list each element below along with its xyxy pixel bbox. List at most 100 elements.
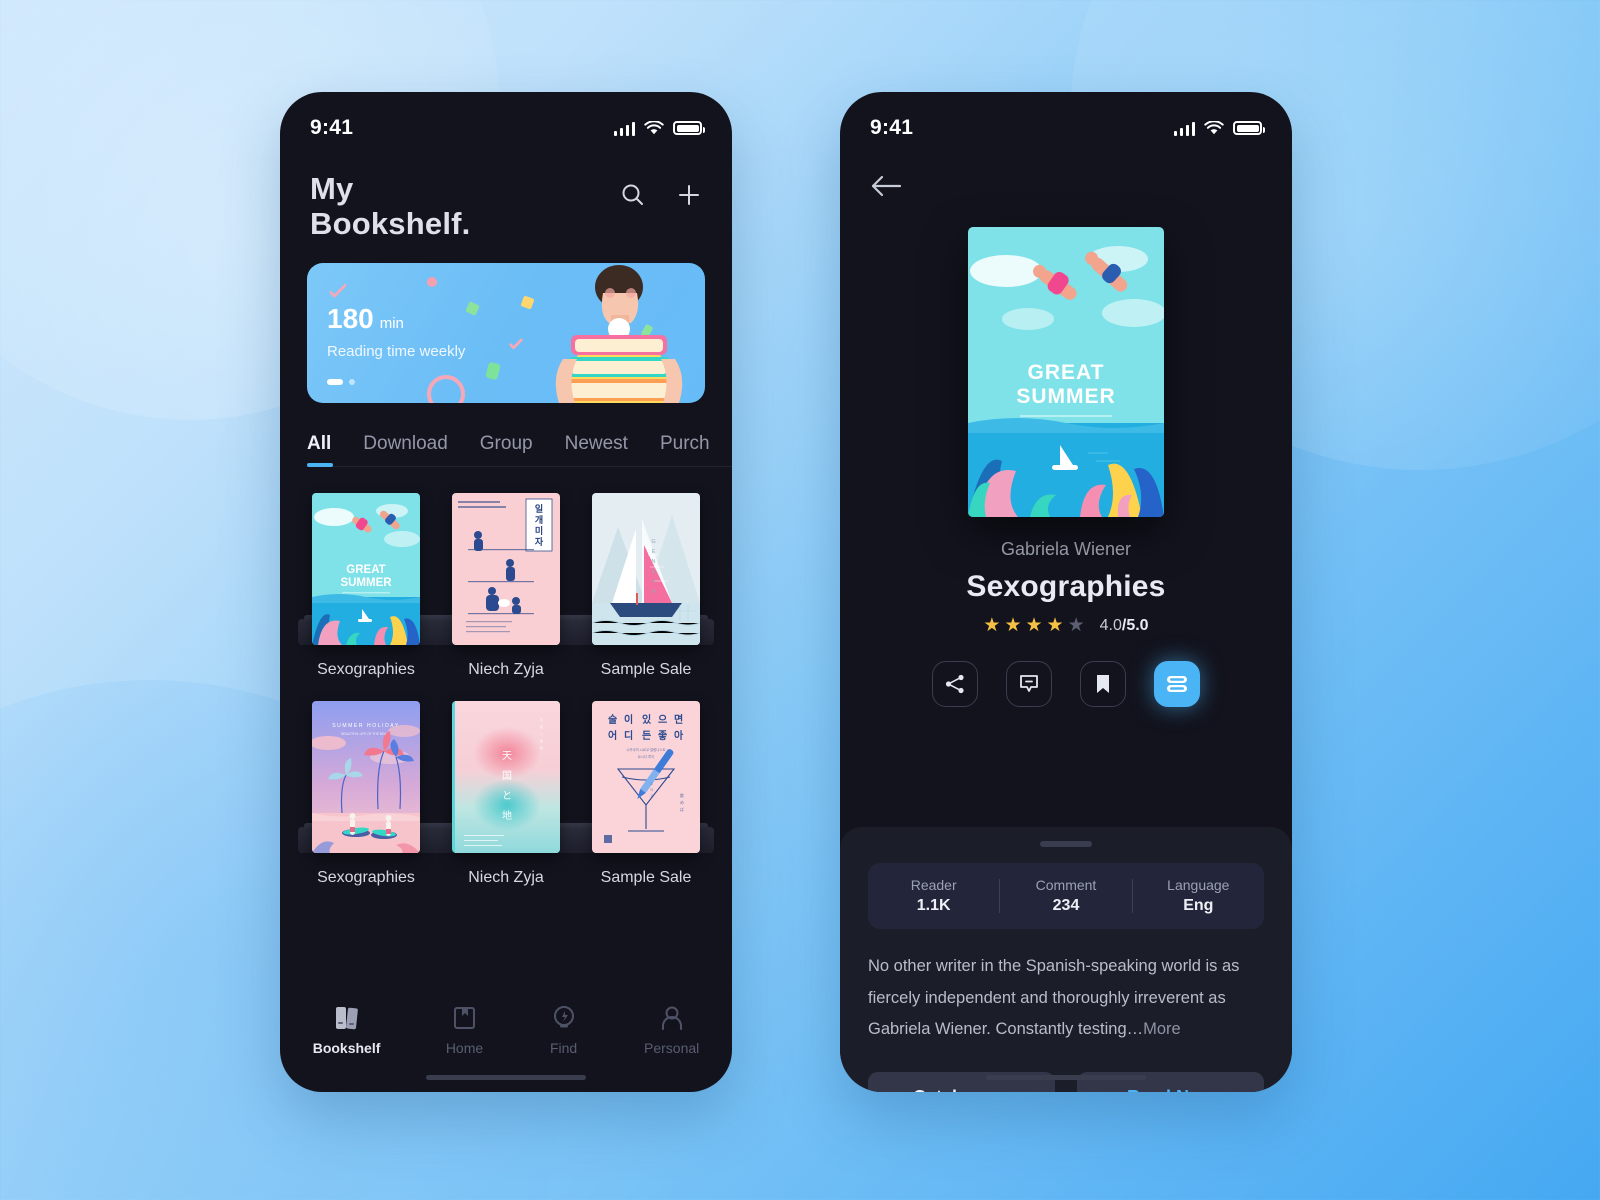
nav-label: Personal <box>644 1040 700 1056</box>
book-cover-niech-zyja[interactable]: 일 개 미 자 <box>452 493 560 646</box>
bulb-icon <box>553 1006 574 1028</box>
svg-text:고: 고 <box>650 794 653 798</box>
svg-text:자: 자 <box>535 536 544 547</box>
person-icon <box>661 1006 682 1030</box>
svg-text:어: 어 <box>608 729 617 742</box>
rating-score: 4.0/5.0 <box>1099 616 1149 634</box>
svg-text:V: V <box>652 579 657 585</box>
svg-text:일: 일 <box>535 503 543 514</box>
star-icon: ★ <box>1025 615 1043 636</box>
status-icons <box>1173 120 1265 136</box>
bookmark-icon <box>1097 675 1109 693</box>
tab-group[interactable]: Group <box>480 433 533 467</box>
bookmark-button[interactable] <box>1080 661 1126 707</box>
nav-label: Find <box>549 1040 578 1056</box>
sheet-drag-handle[interactable] <box>1040 841 1092 847</box>
stat-value: Eng <box>1183 897 1214 914</box>
svg-text:GREAT: GREAT <box>1028 361 1105 384</box>
page-title: My Bookshelf. <box>310 171 470 241</box>
book-cover-japanese-gradient[interactable]: 天国と地 天国と地獄 <box>452 701 560 854</box>
stat-label: Comment <box>1035 877 1097 893</box>
plus-icon[interactable] <box>676 182 702 208</box>
battery-icon <box>1233 121 1265 135</box>
back-row <box>840 150 1292 203</box>
book-titles-row: Sexographies Niech Zyja Sample Sale <box>298 853 714 887</box>
book-cover-great-summer[interactable]: GREAT SUMMER <box>312 493 420 646</box>
svg-text:国: 国 <box>502 770 512 782</box>
nav-item-personal[interactable]: Personal <box>644 1004 699 1056</box>
book-cover-sample-sale[interactable]: GE NE VA <box>592 493 700 646</box>
search-icon[interactable] <box>620 182 646 208</box>
nav-item-bookshelf[interactable]: Bookshelf <box>312 1004 381 1056</box>
nav-item-find[interactable]: Find <box>549 1004 579 1056</box>
tab-all[interactable]: All <box>307 433 334 468</box>
stat-language: Language Eng <box>1133 877 1264 915</box>
svg-text:め: め <box>680 800 684 805</box>
status-icons <box>613 120 705 136</box>
stat-comment: Comment 234 <box>1000 877 1131 915</box>
svg-text:飲: 飲 <box>680 792 684 798</box>
svg-text:요시다 루이: 요시다 루이 <box>638 754 655 759</box>
svg-text:獄: 獄 <box>540 745 543 750</box>
svg-text:SUMMER HOLIDAY: SUMMER HOLIDAY <box>332 723 400 729</box>
svg-text:고: 고 <box>650 782 653 786</box>
star-rating[interactable]: ★ ★ ★ ★ ★ <box>983 616 1084 635</box>
page-title-line1: My <box>310 171 354 206</box>
status-bar: 9:41 <box>280 92 732 150</box>
svg-text:SUMMER: SUMMER <box>340 577 392 589</box>
svg-text:시카쿠의 시로쿠 칼럼니스트: 시카쿠의 시로쿠 칼럼니스트 <box>626 747 665 752</box>
svg-text:と: と <box>540 731 543 736</box>
svg-text:있: 있 <box>642 714 652 726</box>
tab-download[interactable]: Download <box>363 433 448 467</box>
svg-text:天: 天 <box>502 751 512 762</box>
tab-newest[interactable]: Newest <box>565 433 628 467</box>
book-row: GREAT SUMMER 일 개 미 자 G E N E V A <box>298 493 714 646</box>
comment-icon <box>1020 675 1038 692</box>
banner-caption: Reading time weekly <box>327 343 466 361</box>
banner-pagination[interactable] <box>327 379 355 386</box>
cellular-signal-icon <box>1173 121 1195 136</box>
svg-text:ば: ば <box>680 806 684 812</box>
svg-text:地: 地 <box>502 809 512 822</box>
book-title: Niech Zyja <box>468 869 544 887</box>
book-description: No other writer in the Spanish-speaking … <box>868 951 1264 1046</box>
star-icon: ★ <box>983 615 1001 636</box>
arrow-left-icon[interactable] <box>870 174 904 198</box>
book-cover-summer-holiday[interactable]: SUMMER HOLIDAY BEAUTIFUL LIFE OF THE BEA… <box>312 701 420 854</box>
wifi-icon <box>644 120 664 134</box>
share-button[interactable] <box>932 661 978 707</box>
star-icon: ★ <box>1046 615 1064 636</box>
svg-text:술: 술 <box>608 713 617 726</box>
svg-text:디: 디 <box>624 729 633 742</box>
svg-text:A: A <box>652 589 657 595</box>
library-button[interactable] <box>1154 661 1200 707</box>
category-tabs: All Download Group Newest Purch <box>280 433 732 468</box>
detail-book-cover[interactable]: GREAT SUMMER GRAPHIC MAIN TITLE <box>968 227 1164 517</box>
nav-label: Bookshelf <box>312 1040 381 1056</box>
rating: ★ ★ ★ ★ ★ 4.0/5.0 <box>840 616 1292 635</box>
svg-text:좋: 좋 <box>658 730 667 742</box>
battery-icon <box>673 121 705 135</box>
stat-value: 1.1K <box>916 897 951 914</box>
detail-actions <box>840 661 1292 707</box>
comment-button[interactable] <box>1006 661 1052 707</box>
tab-purchased[interactable]: Purch <box>660 433 710 467</box>
svg-text:SUMMER: SUMMER <box>1016 385 1115 408</box>
more-link[interactable]: More <box>1143 1020 1181 1038</box>
svg-text:개: 개 <box>535 514 543 525</box>
book-author: Gabriela Wiener <box>1000 539 1132 559</box>
reading-time-banner[interactable]: 180 min Reading time weekly <box>307 263 705 404</box>
svg-text:地: 地 <box>540 738 543 743</box>
svg-text:BEAUTIFUL LIFE OF THE BEACH: BEAUTIFUL LIFE OF THE BEACH <box>341 732 391 736</box>
bookshelf-screen: 9:41 My Bookshelf. 180 min Reading time … <box>280 92 732 1092</box>
description-text: No other writer in the Spanish-speaking … <box>868 957 1240 1039</box>
book-cover-cocktail-pink[interactable]: 술이있으면 어디든좋아 시카쿠의 시로쿠 칼럼니스트 요시다 루이 고 야 고 … <box>592 701 700 854</box>
header-actions <box>620 172 702 208</box>
stat-value: 234 <box>1052 897 1080 914</box>
bookshelf-header: My Bookshelf. <box>280 150 732 241</box>
book-title: Niech Zyja <box>468 661 544 679</box>
book-titles-row: Sexographies Niech Zyja Sample Sale <box>298 645 714 679</box>
book-detail-screen: 9:41 GREAT SUMMER Gabriela Wiener Sexogr… <box>840 92 1292 1092</box>
nav-item-home[interactable]: Home <box>446 1004 483 1056</box>
svg-text:이: 이 <box>624 713 633 726</box>
